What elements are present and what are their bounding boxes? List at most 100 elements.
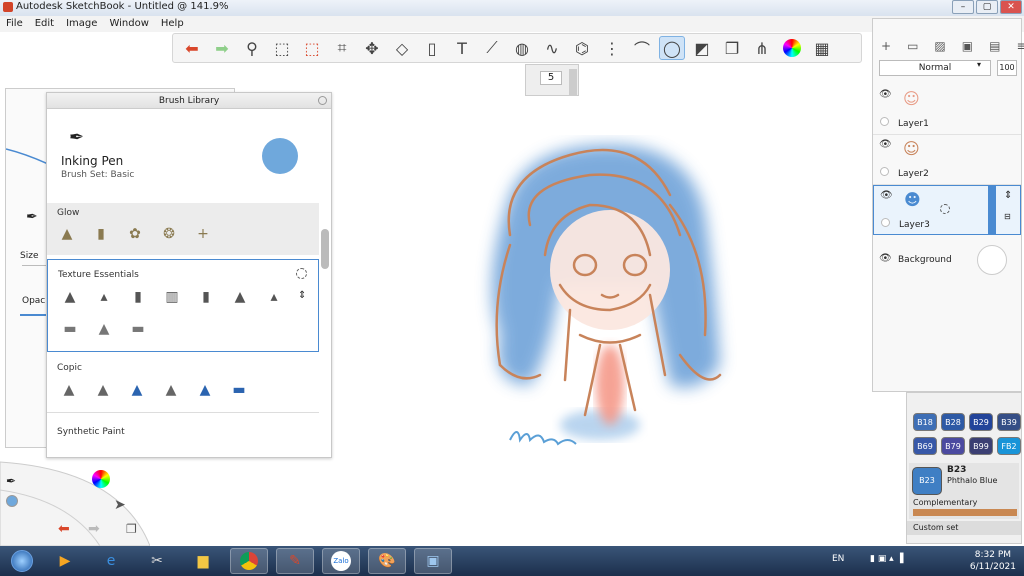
undo-icon[interactable]: ⬅ (179, 36, 205, 60)
shape-icon[interactable]: ◩ (689, 36, 715, 60)
select-rect-icon[interactable]: ⬚ (269, 36, 295, 60)
lagoon-undo-icon[interactable]: ⬅ (58, 521, 70, 537)
layer-row[interactable]: 👁 Background (873, 237, 1021, 283)
brush-size-value[interactable]: 5 (540, 71, 562, 85)
lagoon-color-dot[interactable] (6, 495, 18, 507)
color-swatch[interactable]: B99 (969, 437, 993, 455)
color-swatch[interactable]: B79 (941, 437, 965, 455)
brush-item[interactable]: ▲ (93, 379, 113, 401)
layer-fill-icon[interactable]: ▤ (989, 39, 1000, 57)
zalo-icon[interactable]: Zalo (322, 548, 360, 574)
menu-file[interactable]: File (6, 16, 23, 32)
internet-explorer-icon[interactable]: e (92, 548, 130, 574)
layer-lock-dot[interactable] (880, 167, 889, 176)
layer-row[interactable]: 👁 ☺ Layer1 (873, 85, 1021, 135)
current-color-chip[interactable]: B23 (912, 467, 942, 495)
lagoon-color-wheel-icon[interactable] (92, 470, 110, 488)
fill-icon[interactable]: ▯ (419, 36, 445, 60)
photo-viewer-icon[interactable]: ▣ (414, 548, 452, 574)
transform-icon[interactable]: ✥ (359, 36, 385, 60)
language-indicator[interactable]: EN (832, 554, 844, 564)
layer-mask-icon[interactable]: ▣ (962, 39, 973, 57)
text-icon[interactable]: T (449, 36, 475, 60)
color-swatch[interactable]: B39 (997, 413, 1021, 431)
image-layer-icon[interactable]: ▨ (934, 39, 945, 57)
brush-item[interactable]: + (193, 223, 213, 245)
predictive-stroke-icon[interactable]: ◯ (659, 36, 685, 60)
brush-item[interactable]: ▮ (128, 286, 148, 308)
brush-item[interactable]: ▮ (91, 223, 111, 245)
sketchbook-icon[interactable]: ✎ (276, 548, 314, 574)
eye-icon[interactable]: 👁 (879, 253, 892, 264)
zoom-icon[interactable]: ⚲ (239, 36, 265, 60)
layer-row-selected[interactable]: 👁 ☻ Layer3 ⇕ ⊟ (873, 185, 1021, 235)
color-swatch[interactable]: B29 (969, 413, 993, 431)
redo-icon[interactable]: ➡ (209, 36, 235, 60)
eye-icon[interactable]: 👁 (879, 139, 892, 150)
media-player-icon[interactable]: ▶ (46, 548, 84, 574)
layer-row[interactable]: 👁 ☺ Layer2 (873, 135, 1021, 185)
brush-item[interactable]: ▲ (59, 379, 79, 401)
color-wheel-icon[interactable] (779, 36, 805, 60)
layer-menu-icon[interactable]: ≡ (1016, 39, 1024, 57)
custom-set-label[interactable]: Custom set (907, 521, 1021, 535)
file-explorer-icon[interactable]: ▆ (184, 548, 222, 574)
eye-icon[interactable]: 👁 (880, 190, 893, 201)
stroke-icon[interactable]: ⌒ (629, 36, 655, 60)
reorder-icon[interactable]: ⇕ (298, 290, 306, 301)
panel-close-icon[interactable] (318, 96, 327, 105)
complementary-color-bar[interactable] (913, 509, 1017, 516)
lagoon-copy-icon[interactable]: ❐ (126, 522, 137, 536)
layer-lock-dot[interactable] (880, 117, 889, 126)
background-color-swatch[interactable] (977, 245, 1007, 275)
brush-size-slider[interactable] (569, 69, 577, 95)
brush-item[interactable]: ▲ (127, 379, 147, 401)
brush-item[interactable]: ❂ (159, 223, 179, 245)
canvas-drawing[interactable] (470, 135, 750, 465)
ruler-icon[interactable]: ⟋ (479, 36, 505, 60)
lagoon-select-icon[interactable]: ➤ (114, 497, 126, 513)
layer-lock-dot[interactable] (881, 218, 890, 227)
menu-window[interactable]: Window (109, 16, 148, 32)
menu-image[interactable]: Image (66, 16, 97, 32)
brush-item[interactable]: ▲ (94, 318, 114, 340)
merge-icon[interactable]: ⊟ (1004, 212, 1011, 221)
distort-icon[interactable]: ◇ (389, 36, 415, 60)
minimize-button[interactable]: – (952, 0, 974, 14)
menu-edit[interactable]: Edit (35, 16, 54, 32)
lagoon-brush-icon[interactable]: ✒ (6, 474, 16, 488)
color-swatch[interactable]: FB2 (997, 437, 1021, 455)
brush-item[interactable]: ▲ (57, 223, 77, 245)
swatches-icon[interactable]: ▦ (809, 36, 835, 60)
perspective-icon[interactable]: ⌬ (569, 36, 595, 60)
close-button[interactable]: ✕ (1000, 0, 1022, 14)
menu-help[interactable]: Help (161, 16, 184, 32)
brush-item[interactable]: ▬ (229, 379, 249, 401)
layer-opacity-value[interactable]: 100 (997, 60, 1017, 76)
current-color-dot[interactable] (262, 138, 298, 174)
select-lasso-icon[interactable]: ⬚ (299, 36, 325, 60)
brush-item[interactable]: ▲ (195, 379, 215, 401)
eye-icon[interactable]: 👁 (879, 89, 892, 100)
lagoon-redo-icon[interactable]: ➡ (88, 521, 100, 537)
layer-opacity-bar[interactable] (988, 186, 996, 234)
crop-icon[interactable]: ⌗ (329, 36, 355, 60)
opacity-slider[interactable] (20, 314, 48, 316)
brush-item[interactable]: ▴ (94, 286, 114, 308)
symmetry-icon[interactable]: ⋮ (599, 36, 625, 60)
size-slider[interactable] (22, 265, 46, 266)
french-curve-icon[interactable]: ∿ (539, 36, 565, 60)
brush-item[interactable]: ▬ (60, 318, 80, 340)
brush-set-icon[interactable]: ⋔ (749, 36, 775, 60)
start-button[interactable] (2, 548, 42, 574)
tray-icons[interactable]: ▮ ▣ ▴ ▐ (870, 554, 903, 564)
reorder-icon[interactable]: ⇕ (1004, 190, 1012, 201)
add-layer-icon[interactable]: + (881, 39, 891, 57)
color-swatch[interactable]: B69 (913, 437, 937, 455)
chrome-icon[interactable] (230, 548, 268, 574)
brush-item[interactable]: ▲ (60, 286, 80, 308)
brush-item[interactable]: ▬ (128, 318, 148, 340)
blend-mode-select[interactable]: Normal (879, 60, 991, 76)
copy-paste-icon[interactable]: ❐ (719, 36, 745, 60)
folder-icon[interactable]: ▭ (907, 39, 918, 57)
